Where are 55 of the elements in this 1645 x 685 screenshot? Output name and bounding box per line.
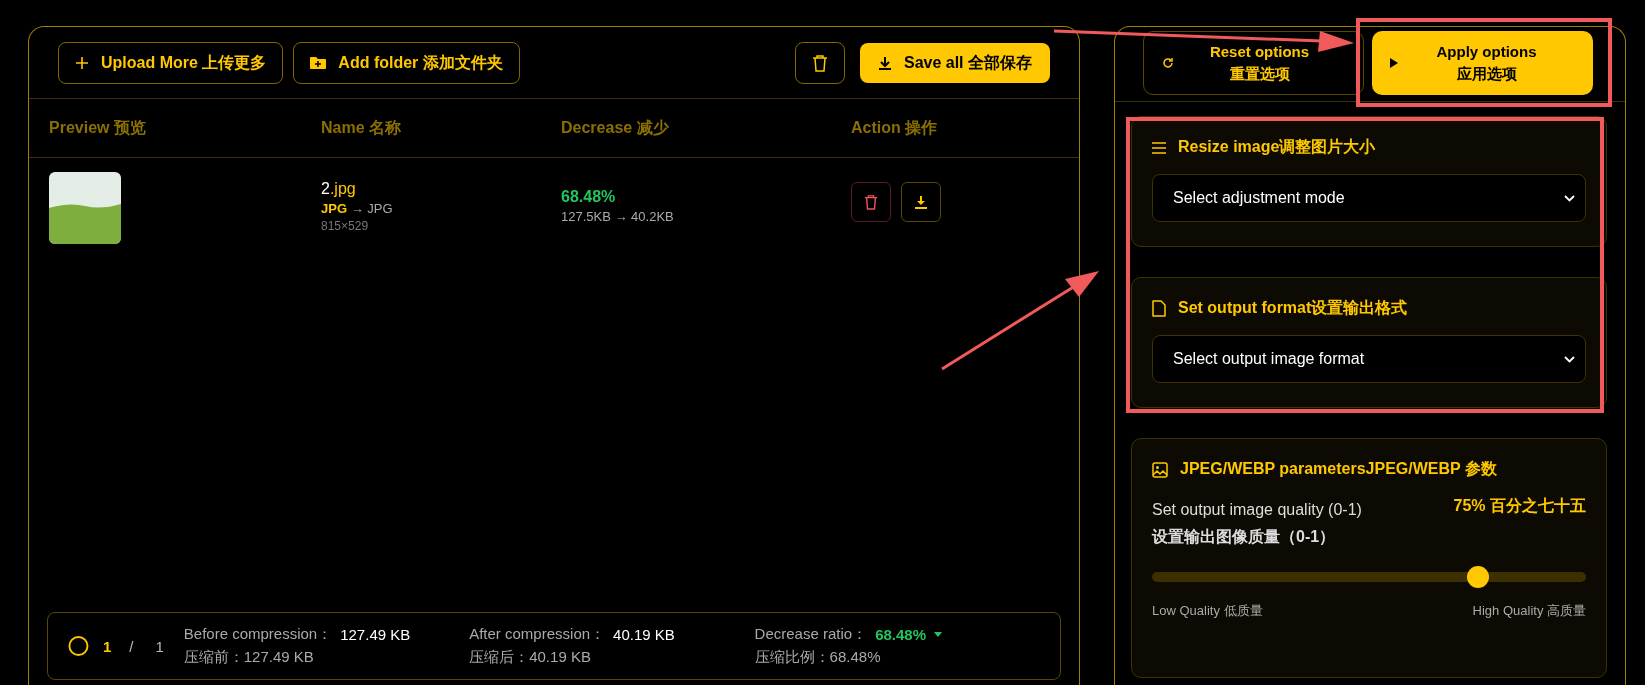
stat-label-chinese: 压缩比例：68.48% — [754, 648, 882, 667]
stat-label: Decrease ratio： — [754, 625, 868, 644]
column-header: Preview 预览 — [49, 117, 147, 138]
download-icon — [915, 195, 927, 209]
dropdown-field[interactable]: Select output image format — [1152, 335, 1586, 383]
quality-label: Set output image quality (0-1) 设置输出图像质量（0-1） — [1152, 500, 1362, 548]
folder-plus-icon — [310, 56, 327, 70]
column-header: Action 操作 — [851, 117, 939, 138]
download-icon — [877, 56, 892, 70]
apply-options-button[interactable]: Apply options 应用选项 — [1372, 31, 1593, 95]
quality-slider-thumb[interactable] — [1466, 566, 1489, 589]
stat-value: 127.49 KB — [340, 626, 411, 643]
trash-icon — [811, 54, 828, 72]
card-title: Set output format设置输出格式 — [1178, 298, 1408, 318]
high-quality-label: High Quality 高质量 — [1472, 602, 1586, 621]
card-title: Resize image调整图片大小 — [1178, 137, 1376, 157]
stat-label: Before compression： — [183, 625, 333, 644]
upload-button[interactable]: Upload More 上传更多 — [58, 42, 284, 84]
format-conversion: JPG → JPG — [321, 201, 394, 216]
photo-placeholder — [49, 172, 121, 244]
delete-button[interactable] — [851, 182, 891, 222]
stat-label: After compression： — [469, 625, 606, 644]
low-quality-label: Low Quality 低质量 — [1152, 602, 1263, 621]
trash-icon — [864, 194, 878, 210]
count-separator: / — [129, 637, 134, 655]
menu-icon — [1152, 141, 1166, 154]
size-change: 127.5KB → 40.2KB — [561, 209, 675, 224]
plus-icon — [75, 56, 89, 70]
chevron-down-icon — [1564, 355, 1575, 363]
column-header: Name 名称 — [321, 117, 403, 138]
delete-all-button[interactable] — [794, 42, 845, 84]
download-button[interactable] — [901, 182, 941, 222]
play-icon — [1390, 58, 1398, 68]
quality-reading: 75% 百分之七十五 — [1453, 496, 1586, 516]
stat-label-chinese: 压缩前：127.49 KB — [183, 648, 315, 667]
reset-options-button[interactable]: Reset options 重置选项 — [1143, 31, 1364, 95]
caret-down-icon — [934, 632, 942, 637]
chevron-down-icon — [1564, 194, 1575, 202]
stat-value: 40.19 KB — [613, 626, 675, 643]
current-count: 1 — [102, 637, 112, 655]
image-dimensions: 815×529 — [321, 219, 370, 233]
total-count: 1 — [155, 637, 164, 655]
file-name: 2.jpg — [321, 180, 357, 198]
card-title: JPEG/WEBP parametersJPEG/WEBP 参数 — [1180, 459, 1497, 479]
stat-label-chinese: 压缩后：40.19 KB — [469, 648, 592, 667]
save-all-button[interactable]: Save all 全部保存 — [859, 43, 1050, 83]
circle-icon — [68, 635, 89, 657]
add-folder-button[interactable]: Add folder 添加文件夹 — [293, 42, 520, 84]
dropdown-field[interactable]: Select adjustment mode — [1152, 174, 1586, 222]
refresh-icon — [1162, 57, 1174, 69]
column-header: Decrease 减少 — [561, 117, 670, 138]
decrease-percent: 68.48% — [561, 188, 617, 206]
image-icon — [1152, 461, 1168, 478]
stat-value: 68.48% — [875, 626, 926, 643]
file-icon — [1152, 300, 1166, 317]
